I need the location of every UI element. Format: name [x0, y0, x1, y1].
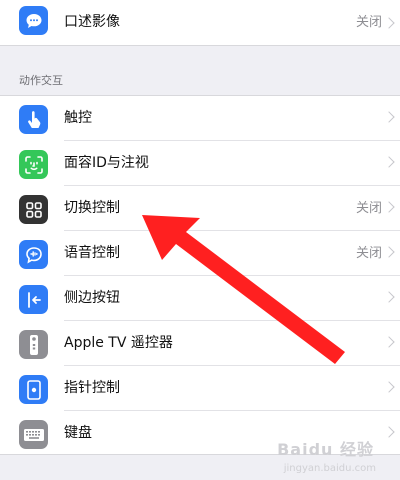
watermark-logo: Baidu 经验 — [277, 440, 374, 459]
watermark-url: jingyan.baidu.com — [283, 463, 376, 474]
annotation-arrow — [142, 215, 345, 364]
